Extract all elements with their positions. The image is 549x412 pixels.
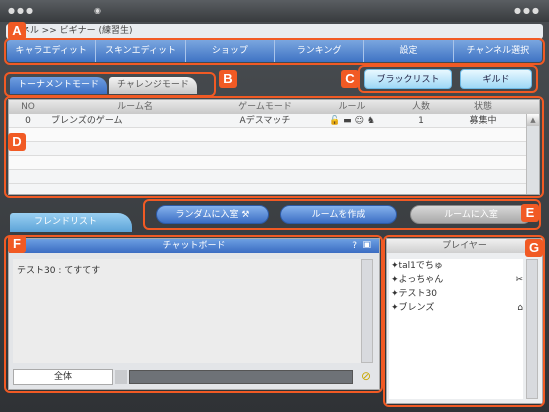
annotation-box-d [4,96,544,198]
annotation-box-e [143,199,541,230]
annotation-label-b: B [219,70,237,88]
annotation-label-f: F [8,235,26,253]
annotation-label-c: C [341,70,359,88]
annotation-label-g: G [525,239,543,257]
window-dots-right-icon: ●●● [514,6,541,15]
annotation-box-c [358,65,538,93]
annotation-label-a: A [8,22,26,40]
annotation-label-e: E [521,204,539,222]
tab-friend-list[interactable]: フレンドリスト [10,213,132,232]
breadcrumb: ンネル >> ビギナー (練習生) [6,24,543,39]
window-dots-left-icon: ●●● [8,6,35,15]
annotation-box-f [4,235,383,393]
annotation-box-b [4,72,216,97]
annotation-box-g [383,235,545,407]
app-logo-icon: ◉ [94,6,103,15]
title-bar: ●●● ◉ ●●● [0,0,549,22]
annotation-box-a [4,38,545,65]
annotation-label-d: D [8,133,26,151]
